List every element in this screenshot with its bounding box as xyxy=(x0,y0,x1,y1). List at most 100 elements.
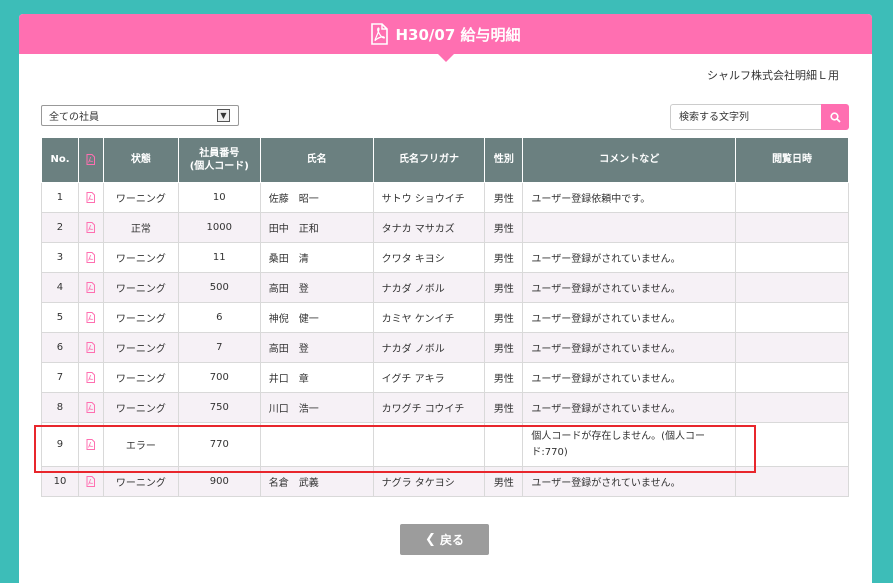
cell-no: 9 xyxy=(41,422,79,467)
cell-gender: 男性 xyxy=(484,212,524,243)
cell-comment: ユーザー登録がされていません。 xyxy=(522,392,737,423)
cell-comment: ユーザー登録がされていません。 xyxy=(522,466,737,497)
pdf-icon[interactable] xyxy=(86,401,96,413)
cell-comment: 個人コードが存在しません。(個人コード:770) xyxy=(522,422,737,467)
cell-viewed xyxy=(735,272,849,303)
cell-name: 川口 浩一 xyxy=(259,392,374,423)
cell-no: 10 xyxy=(41,466,79,497)
pdf-icon[interactable] xyxy=(86,281,96,293)
col-header-kana: 氏名フリガナ xyxy=(372,137,486,183)
table-row: 1 ワーニング 10 佐藤 昭一 サトウ ショウイチ 男性 ユーザー登録依頼中です。 xyxy=(41,182,849,213)
col-header-no: No. xyxy=(41,137,79,183)
cell-comment: ユーザー登録依頼中です。 xyxy=(522,182,737,213)
cell-kana: クワタ キヨシ xyxy=(372,242,486,273)
col-header-emp-no-line2: (個人コード) xyxy=(189,161,249,172)
table-row: 6 ワーニング 7 高田 登ナカダ ノボル 男性 ユーザー登録がされていません。 xyxy=(41,332,849,363)
cell-status: ワーニング xyxy=(102,466,179,497)
pdf-icon[interactable] xyxy=(86,438,96,450)
cell-emp-no: 750 xyxy=(177,392,261,423)
col-header-emp-no: 社員番号 (個人コード) xyxy=(177,137,261,183)
pdf-icon[interactable] xyxy=(86,371,96,383)
cell-pdf[interactable] xyxy=(77,302,104,333)
cell-comment: ユーザー登録がされていません。 xyxy=(522,272,737,303)
cell-pdf[interactable] xyxy=(77,272,104,303)
cell-emp-no: 700 xyxy=(177,362,261,393)
cell-comment: ユーザー登録がされていません。 xyxy=(522,362,737,393)
cell-status: ワーニング xyxy=(102,272,179,303)
cell-name: 田中 正和 xyxy=(259,212,374,243)
cell-pdf[interactable] xyxy=(77,212,104,243)
table-row: 10 ワーニング 900 名倉 武義 ナグラ タケヨシ 男性 ユーザー登録がされていません。 xyxy=(41,466,849,497)
table-header-row: No. 状態 社員番号 (個人コード) 氏名 氏名フリガナ 性別 コメントなど … xyxy=(41,137,849,183)
payslip-table: No. 状態 社員番号 (個人コード) 氏名 氏名フリガナ 性別 コメントなど … xyxy=(41,137,849,497)
cell-no: 6 xyxy=(41,332,79,363)
cell-name: 桑田 清 xyxy=(259,242,374,273)
table-row: 7 ワーニング 700 井口 章イグチ アキラ 男性 ユーザー登録がされていません。 xyxy=(41,362,849,393)
cell-pdf[interactable] xyxy=(77,332,104,363)
cell-no: 5 xyxy=(41,302,79,333)
col-header-gender: 性別 xyxy=(484,137,524,183)
cell-status: ワーニング xyxy=(102,392,179,423)
cell-name: 高田 登 xyxy=(259,272,374,303)
cell-gender: 男性 xyxy=(484,182,524,213)
cell-kana: タナカ マサカズ xyxy=(372,212,486,243)
cell-name xyxy=(259,422,374,467)
cell-emp-no: 900 xyxy=(177,466,261,497)
col-header-viewed: 閲覧日時 xyxy=(735,137,849,183)
cell-viewed xyxy=(735,362,849,393)
company-label: シャルフ株式会社明細Ｌ用 xyxy=(707,69,839,82)
col-header-name: 氏名 xyxy=(259,137,374,183)
cell-name: 井口 章 xyxy=(259,362,374,393)
cell-kana: カミヤ ケンイチ xyxy=(372,302,486,333)
cell-emp-no: 1000 xyxy=(177,212,261,243)
pdf-icon[interactable] xyxy=(86,221,96,233)
table-row: 2 正常 1000 田中 正和 タナカ マサカズ 男性 xyxy=(41,212,849,243)
page-title: H30/07 給与明細 xyxy=(395,25,521,44)
cell-kana: ナカダ ノボル xyxy=(372,332,486,363)
cell-viewed xyxy=(735,392,849,423)
cell-gender: 男性 xyxy=(484,242,524,273)
page-header: H30/07 給与明細 xyxy=(19,14,872,62)
col-header-comment: コメントなど xyxy=(522,137,737,183)
back-button-label: 戻る xyxy=(439,533,464,547)
header-notch xyxy=(438,54,454,62)
payslip-panel: H30/07 給与明細 シャルフ株式会社明細Ｌ用 全ての社員 ▼ No. xyxy=(19,14,872,583)
cell-emp-no: 11 xyxy=(177,242,261,273)
pdf-icon[interactable] xyxy=(86,311,96,323)
cell-pdf[interactable] xyxy=(77,242,104,273)
cell-kana: サトウ ショウイチ xyxy=(372,182,486,213)
pdf-icon xyxy=(371,23,389,45)
chevron-left-icon: ❮ xyxy=(425,532,436,547)
cell-name: 佐藤 昭一 xyxy=(259,182,374,213)
cell-emp-no: 7 xyxy=(177,332,261,363)
cell-pdf[interactable] xyxy=(77,392,104,423)
cell-no: 8 xyxy=(41,392,79,423)
table-row: 4 ワーニング 500 高田 登ナカダ ノボル 男性 ユーザー登録がされていません。 xyxy=(41,272,849,303)
col-header-emp-no-line1: 社員番号 xyxy=(199,147,240,159)
search-input[interactable] xyxy=(670,104,821,130)
pdf-icon[interactable] xyxy=(86,251,96,263)
pdf-icon[interactable] xyxy=(86,475,96,487)
table-row: 5 ワーニング 6 神倪 健一 カミヤ ケンイチ 男性 ユーザー登録がされていません。 xyxy=(41,302,849,333)
cell-pdf[interactable] xyxy=(77,466,104,497)
pdf-icon[interactable] xyxy=(86,191,96,203)
cell-gender: 男性 xyxy=(484,272,524,303)
pdf-icon[interactable] xyxy=(86,341,96,353)
cell-pdf[interactable] xyxy=(77,362,104,393)
cell-pdf[interactable] xyxy=(77,182,104,213)
pdf-icon xyxy=(86,153,96,165)
cell-status: ワーニング xyxy=(102,242,179,273)
cell-pdf[interactable] xyxy=(77,422,104,467)
cell-viewed xyxy=(735,182,849,213)
cell-name: 高田 登 xyxy=(259,332,374,363)
cell-name: 神倪 健一 xyxy=(259,302,374,333)
search-icon xyxy=(829,111,841,123)
table-row: 8 ワーニング 750 川口 浩一 カワグチ コウイチ 男性 ユーザー登録がされていません。 xyxy=(41,392,849,423)
search-button[interactable] xyxy=(821,104,849,130)
col-header-pdf xyxy=(77,137,104,183)
cell-status: ワーニング xyxy=(102,332,179,363)
cell-comment xyxy=(522,212,737,243)
employee-filter-select[interactable]: 全ての社員 ▼ xyxy=(41,105,239,126)
back-button[interactable]: ❮ 戻る xyxy=(400,524,489,555)
chevron-down-icon[interactable]: ▼ xyxy=(217,109,230,122)
